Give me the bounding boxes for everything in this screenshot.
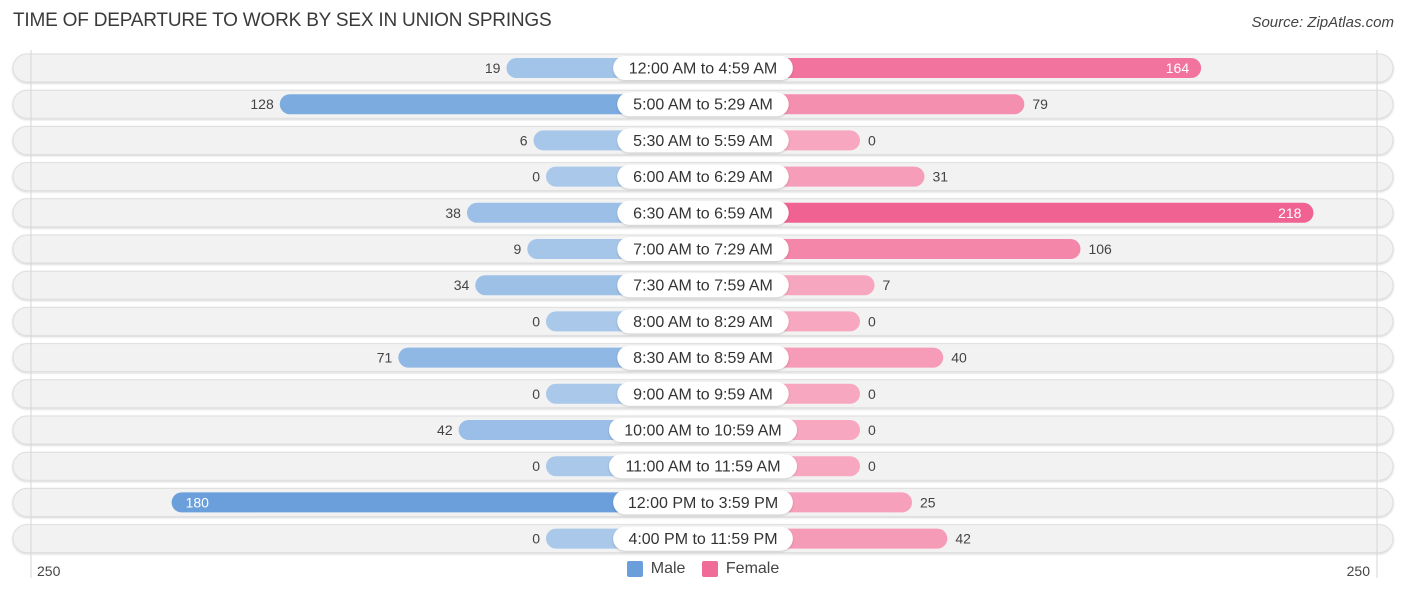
female-value-label: 0 bbox=[868, 386, 876, 402]
chart-row[interactable]: 9 106 7:00 AM to 7:29 AM bbox=[12, 234, 1394, 264]
male-value-label: 180 bbox=[186, 494, 210, 510]
female-value-label: 0 bbox=[868, 132, 876, 148]
category-label: 5:00 AM to 5:29 AM bbox=[633, 97, 773, 114]
legend-swatch-male bbox=[626, 561, 643, 577]
female-value-label: 31 bbox=[932, 169, 948, 185]
female-value-label: 40 bbox=[951, 350, 967, 366]
chart-row[interactable]: 0 0 9:00 AM to 9:59 AM bbox=[12, 379, 1394, 409]
male-value-label: 6 bbox=[520, 132, 528, 148]
legend-swatch-female bbox=[701, 561, 718, 577]
legend-item-male[interactable]: Male bbox=[626, 560, 686, 578]
male-value-label: 0 bbox=[532, 169, 540, 185]
male-value-label: 0 bbox=[532, 458, 540, 474]
male-value-label: 19 bbox=[485, 60, 501, 76]
male-value-label: 9 bbox=[513, 241, 521, 257]
category-label: 11:00 AM to 11:59 AM bbox=[625, 459, 780, 476]
female-value-label: 164 bbox=[1166, 60, 1190, 76]
male-value-label: 42 bbox=[437, 422, 453, 438]
female-value-label: 218 bbox=[1278, 205, 1302, 221]
category-label: 10:00 AM to 10:59 AM bbox=[624, 423, 781, 440]
category-label: 4:00 PM to 11:59 PM bbox=[628, 531, 777, 548]
chart-area: 19 16412:00 AM to 4:59 AM128 795:00 AM to … bbox=[12, 50, 1394, 579]
chart-row[interactable]: 19 164 12:00 AM to 4:59 AM bbox=[12, 53, 1394, 83]
chart-row[interactable]: 0 42 4:00 PM to 11:59 PM bbox=[12, 524, 1394, 554]
category-label: 12:00 AM to 4:59 AM bbox=[629, 61, 778, 78]
female-value-label: 106 bbox=[1088, 241, 1112, 257]
chart-row[interactable]: 0 31 6:00 AM to 6:29 AM bbox=[12, 162, 1394, 192]
chart-row[interactable]: 0 0 11:00 AM to 11:59 AM bbox=[12, 451, 1394, 481]
chart-row[interactable]: 42 0 10:00 AM to 10:59 AM bbox=[12, 415, 1394, 445]
category-label: 8:00 AM to 8:29 AM bbox=[633, 314, 773, 331]
chart-row[interactable]: 0 0 8:00 AM to 8:29 AM bbox=[12, 306, 1394, 336]
female-value-label: 0 bbox=[868, 422, 876, 438]
male-value-label: 34 bbox=[454, 277, 470, 293]
male-value-label: 38 bbox=[445, 205, 461, 221]
female-value-label: 25 bbox=[920, 494, 936, 510]
chart-row[interactable]: 128 79 5:00 AM to 5:29 AM bbox=[12, 89, 1394, 119]
category-label: 7:00 AM to 7:29 AM bbox=[633, 242, 773, 259]
female-value-label: 0 bbox=[868, 458, 876, 474]
category-label: 5:30 AM to 5:59 AM bbox=[633, 133, 773, 150]
male-value-label: 128 bbox=[250, 96, 274, 112]
chart-row[interactable]: 38 218 6:30 AM to 6:59 AM bbox=[12, 198, 1394, 228]
chart-row[interactable]: 6 0 5:30 AM to 5:59 AM bbox=[12, 125, 1394, 155]
female-value-label: 79 bbox=[1032, 96, 1048, 112]
category-label: 7:30 AM to 7:59 AM bbox=[633, 278, 773, 295]
male-value-label: 0 bbox=[532, 386, 540, 402]
male-value-label: 0 bbox=[532, 313, 540, 329]
chart-row[interactable]: 180 25 12:00 PM to 3:59 PM bbox=[12, 487, 1394, 517]
male-value-label: 0 bbox=[532, 531, 540, 547]
chart-row[interactable]: 34 7 7:30 AM to 7:59 AM bbox=[12, 270, 1394, 300]
category-label: 9:00 AM to 9:59 AM bbox=[633, 386, 773, 403]
category-label: 6:30 AM to 6:59 AM bbox=[633, 205, 773, 222]
legend-label-male: Male bbox=[650, 560, 686, 577]
legend-item-female[interactable]: Female bbox=[701, 560, 780, 578]
male-value-label: 71 bbox=[377, 350, 393, 366]
female-value-label: 7 bbox=[883, 277, 891, 293]
female-bar bbox=[703, 202, 1314, 223]
category-label: 6:00 AM to 6:29 AM bbox=[633, 169, 773, 186]
category-label: 8:30 AM to 8:59 AM bbox=[633, 350, 773, 367]
female-value-label: 42 bbox=[955, 531, 971, 547]
female-value-label: 0 bbox=[868, 313, 876, 329]
legend-label-female: Female bbox=[725, 560, 780, 577]
category-label: 12:00 PM to 3:59 PM bbox=[628, 495, 778, 512]
chart-row[interactable]: 71 40 8:30 AM to 8:59 AM bbox=[12, 343, 1394, 373]
legend: Male Female bbox=[0, 560, 1406, 582]
